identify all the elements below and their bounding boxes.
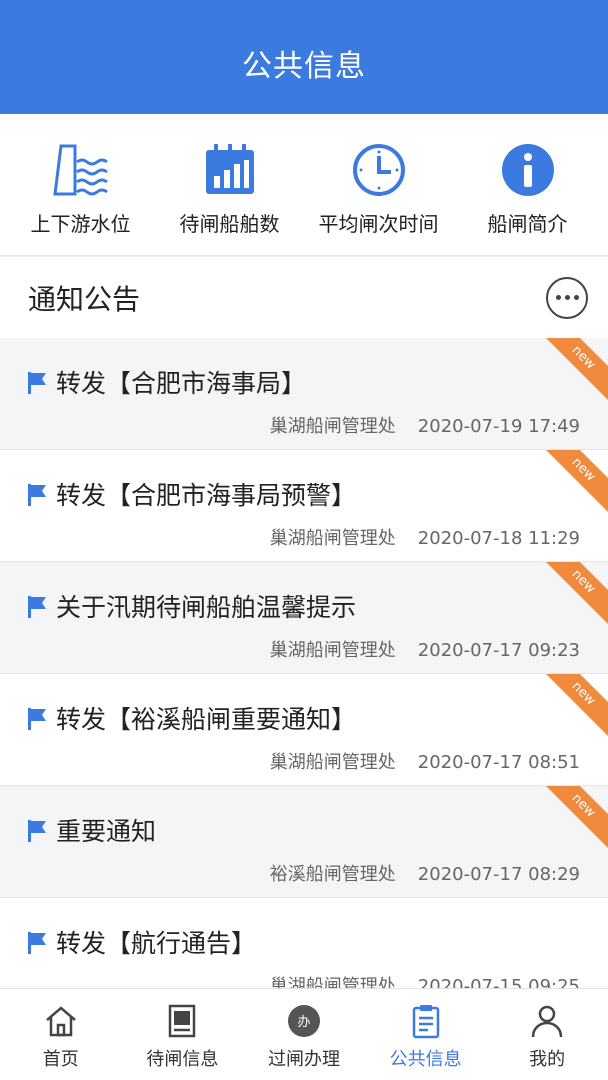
notice-heading: 通知公告	[28, 282, 141, 316]
flag-icon	[28, 372, 46, 394]
clipboard-icon	[406, 1001, 446, 1041]
tab-label: 待闸信息	[146, 1049, 219, 1070]
notice-title: 转发【裕溪船闸重要通知】	[56, 705, 357, 734]
flag-icon	[28, 596, 46, 618]
notice-time: 2020-07-18 11:29	[417, 528, 580, 549]
notice-item[interactable]: 重要通知 裕溪船闸管理处 2020-07-17 08:29 new	[0, 786, 608, 898]
tab-mine[interactable]: 我的	[486, 989, 608, 1080]
notice-org: 巢湖船闸管理处	[269, 416, 396, 437]
flag-icon	[28, 708, 46, 730]
tab-home[interactable]: 首页	[0, 989, 122, 1080]
notice-item[interactable]: 转发【合肥市海事局】 巢湖船闸管理处 2020-07-19 17:49 new	[0, 338, 608, 450]
quick-label: 船闸简介	[487, 212, 568, 236]
new-badge: new	[535, 562, 608, 630]
notice-title: 转发【合肥市海事局】	[56, 369, 307, 398]
quick-water-level[interactable]: 上下游水位	[8, 142, 153, 237]
notice-title: 重要通知	[56, 817, 157, 846]
tab-label: 我的	[529, 1049, 566, 1070]
tab-label: 公共信息	[389, 1049, 462, 1070]
quick-average-time[interactable]: 平均闸次时间	[306, 142, 451, 237]
notice-org: 裕溪船闸管理处	[269, 864, 396, 885]
clock-icon	[349, 142, 409, 198]
water-level-icon	[51, 142, 111, 198]
info-icon	[498, 142, 558, 198]
notice-item[interactable]: 转发【合肥市海事局预警】 巢湖船闸管理处 2020-07-18 11:29 new	[0, 450, 608, 562]
flag-icon	[28, 820, 46, 842]
tab-public-info[interactable]: 公共信息	[365, 989, 487, 1080]
notice-item[interactable]: 关于汛期待闸船舶温馨提示 巢湖船闸管理处 2020-07-17 09:23 new	[0, 562, 608, 674]
new-badge: new	[535, 674, 608, 742]
flag-icon	[28, 484, 46, 506]
notice-item[interactable]: 转发【裕溪船闸重要通知】 巢湖船闸管理处 2020-07-17 08:51 new	[0, 674, 608, 786]
notice-org: 巢湖船闸管理处	[269, 640, 396, 661]
new-badge: new	[535, 450, 608, 518]
tab-label: 首页	[42, 1049, 79, 1070]
notice-org: 巢湖船闸管理处	[269, 528, 396, 549]
tab-lock-process[interactable]: 办 过闸办理	[243, 989, 365, 1080]
header-bar: 公共信息	[0, 0, 608, 114]
process-glyph: 办	[297, 1015, 310, 1030]
notice-time: 2020-07-17 08:51	[417, 752, 580, 773]
flag-icon	[28, 932, 46, 954]
notice-time: 2020-07-17 08:29	[417, 864, 580, 885]
notice-item[interactable]: 转发【航行通告】 巢湖船闸管理处 2020-07-15 09:25	[0, 898, 608, 988]
notice-title: 关于汛期待闸船舶温馨提示	[56, 593, 357, 622]
notice-list: 转发【合肥市海事局】 巢湖船闸管理处 2020-07-19 17:49 new 转…	[0, 338, 608, 988]
waiting-icon	[162, 1001, 202, 1041]
notice-time: 2020-07-15 09:25	[417, 976, 580, 988]
app-screen: 公共信息 上下游水位 待闸船舶数 平均闸次时间 船闸简介 通知公告 转发【合肥市…	[0, 0, 608, 1080]
quick-label: 上下游水位	[30, 212, 131, 236]
new-badge: new	[535, 338, 608, 406]
notice-org: 巢湖船闸管理处	[269, 976, 396, 988]
home-icon	[41, 1001, 81, 1041]
quick-label: 待闸船舶数	[179, 212, 280, 236]
bar-chart-calendar-icon	[200, 142, 260, 198]
quick-label: 平均闸次时间	[318, 212, 439, 236]
quick-lock-intro[interactable]: 船闸简介	[455, 142, 600, 237]
notice-header: 通知公告	[0, 256, 608, 338]
notice-title: 转发【合肥市海事局预警】	[56, 481, 357, 510]
notice-time: 2020-07-19 17:49	[417, 416, 580, 437]
more-icon[interactable]	[546, 276, 588, 319]
tab-label: 过闸办理	[267, 1049, 340, 1070]
page-title: 公共信息	[242, 49, 366, 84]
tab-waiting-info[interactable]: 待闸信息	[122, 989, 244, 1080]
quick-waiting-ships[interactable]: 待闸船舶数	[157, 142, 302, 237]
notice-title: 转发【航行通告】	[56, 929, 257, 958]
quick-menu: 上下游水位 待闸船舶数 平均闸次时间 船闸简介	[0, 114, 608, 256]
new-badge: new	[535, 786, 608, 854]
user-icon	[527, 1001, 567, 1041]
process-icon: 办	[284, 1001, 324, 1041]
notice-org: 巢湖船闸管理处	[269, 752, 396, 773]
notice-time: 2020-07-17 09:23	[417, 640, 580, 661]
bottom-tab-bar: 首页 待闸信息 办 过闸办理 公共信息 我的	[0, 988, 608, 1080]
